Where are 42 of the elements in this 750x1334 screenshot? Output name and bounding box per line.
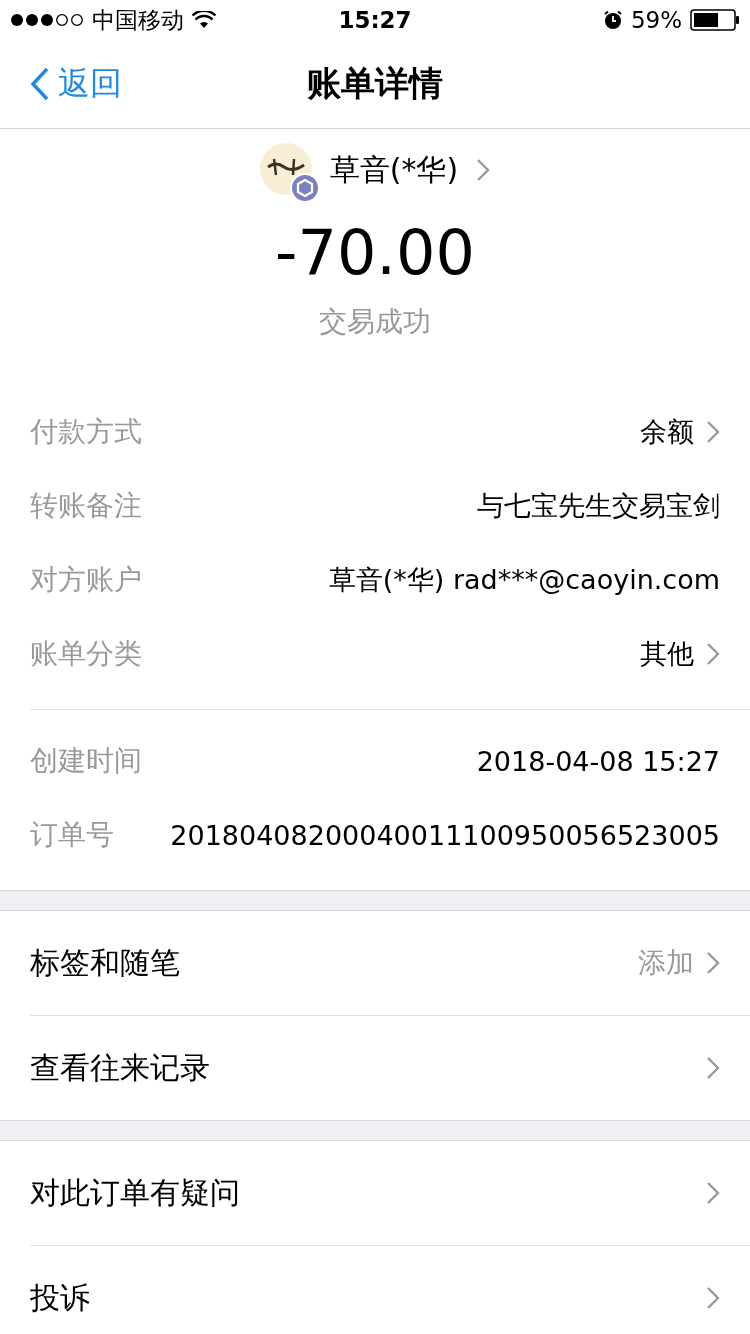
menu-label: 投诉 [30, 1278, 90, 1317]
detail-label: 对方账户 [30, 562, 142, 599]
battery-icon [690, 9, 740, 31]
menu-label: 对此订单有疑问 [30, 1173, 240, 1212]
chevron-icon [476, 158, 491, 182]
carrier: 中国移动 [92, 5, 184, 35]
detail-value: 与七宝先生交易宝剑 [477, 489, 720, 524]
back-button[interactable]: 返回 [0, 62, 122, 106]
chevron-icon [706, 1056, 720, 1081]
page-title: 账单详情 [307, 62, 443, 105]
detail-value: 其他 [640, 637, 694, 672]
detail-value: 草音(*华) rad***@caoyin.com [328, 563, 720, 598]
alarm-icon [602, 10, 623, 30]
detail-label: 订单号 [30, 817, 114, 854]
menu-item[interactable]: 对此订单有疑问 [30, 1141, 750, 1246]
detail-label: 创建时间 [30, 743, 142, 780]
menu-label: 标签和随笔 [30, 943, 180, 982]
chevron-icon [706, 1286, 720, 1311]
payee-name-link[interactable]: 草音(*华) [329, 149, 491, 191]
badge-icon [289, 173, 320, 203]
detail-value: 20180408200040011100950056523005 [170, 819, 720, 851]
transaction-status: 交易成功 [318, 304, 432, 341]
wifi-icon [192, 11, 216, 29]
detail-value: 2018-04-08 15:27 [476, 745, 720, 777]
signal-icon [10, 13, 84, 27]
chevron-icon [706, 642, 720, 667]
clock-time: 15:27 [338, 7, 412, 33]
chevron-icon [706, 1181, 720, 1206]
menu-value: 添加 [638, 945, 694, 982]
chevron-icon [706, 420, 720, 445]
menu-item[interactable]: 标签和随笔 添加 [30, 911, 750, 1016]
detail-label: 付款方式 [30, 414, 142, 451]
menu-item[interactable]: 查看往来记录 [30, 1015, 750, 1121]
menu-label: 查看往来记录 [30, 1048, 210, 1087]
detail-value: 余额 [640, 415, 694, 450]
chevron-icon [706, 951, 720, 976]
battery-percent: 59% [630, 7, 682, 33]
detail-label: 转账备注 [30, 488, 142, 525]
back-chevron-icon [30, 67, 50, 101]
menu-item[interactable]: 投诉 [30, 1245, 750, 1334]
detail-label: 账单分类 [30, 636, 142, 673]
amount: -70.00 [274, 219, 476, 288]
